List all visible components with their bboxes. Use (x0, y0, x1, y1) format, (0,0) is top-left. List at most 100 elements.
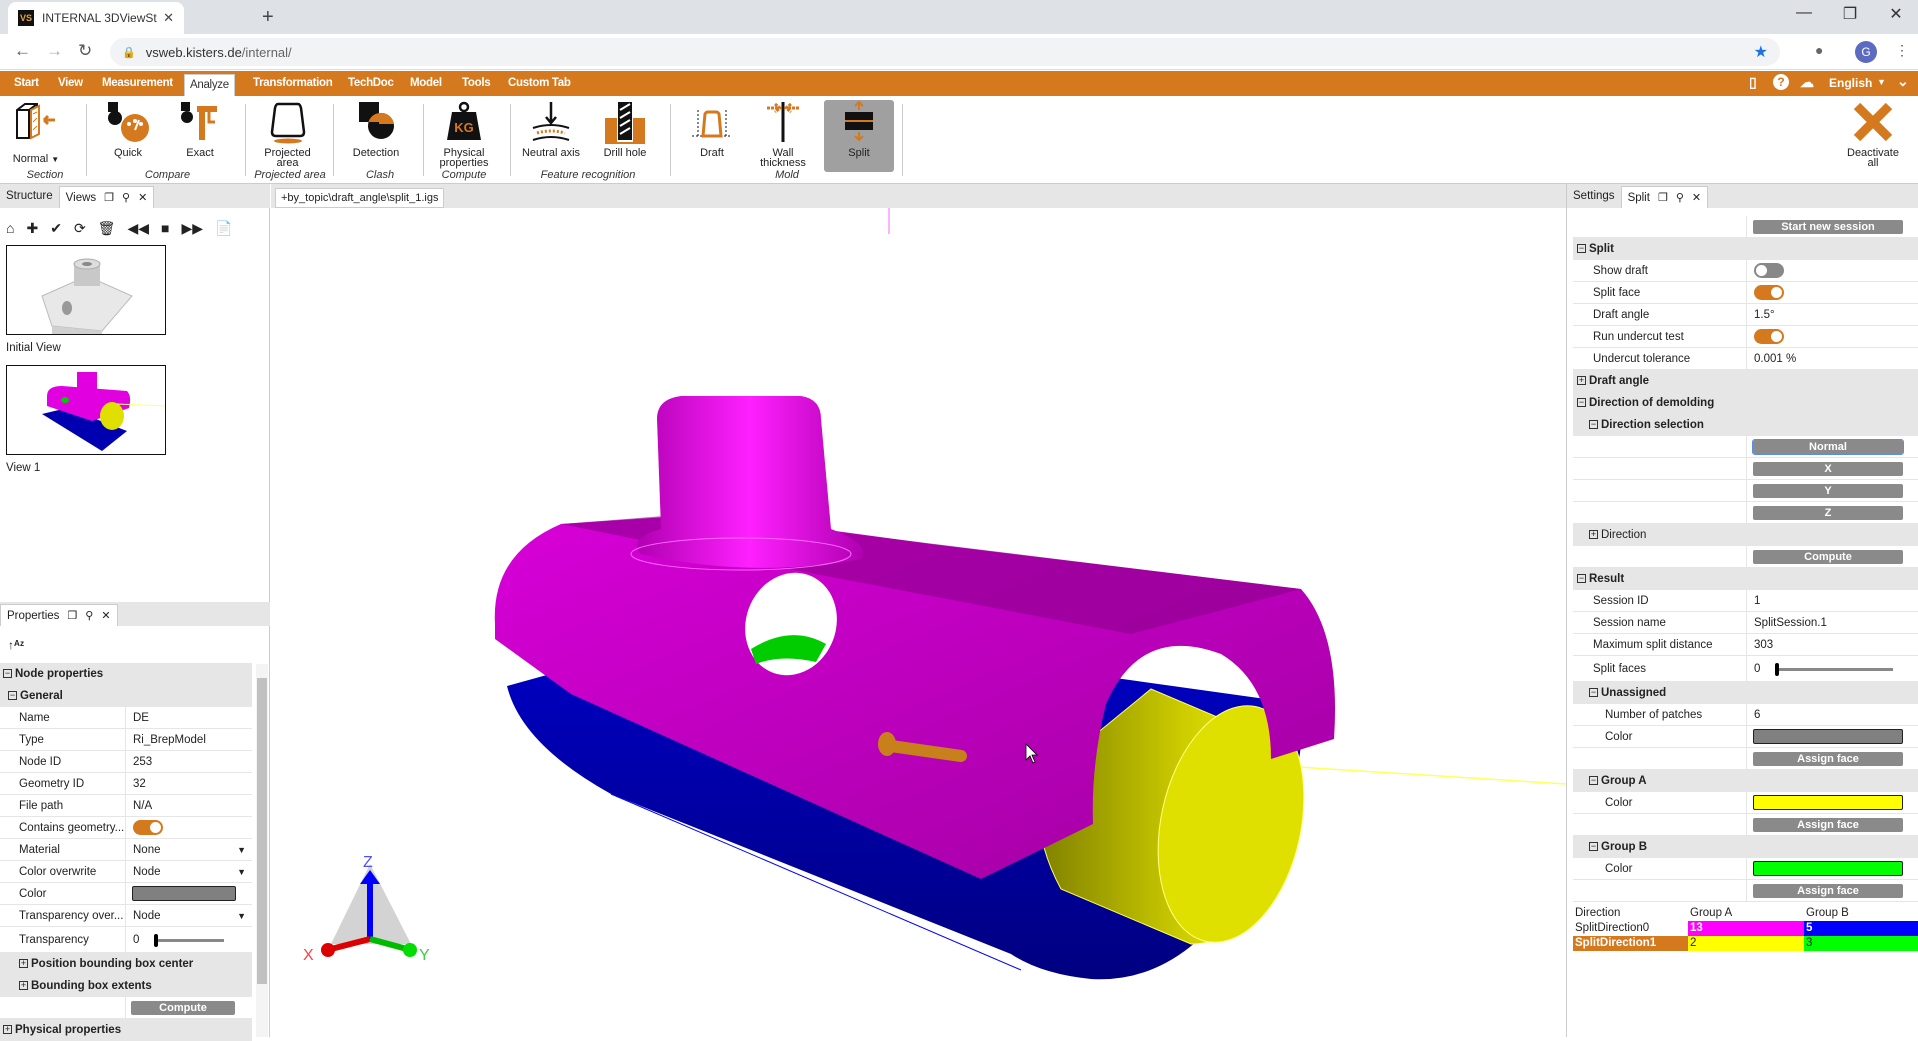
profile-avatar[interactable]: G (1855, 41, 1877, 63)
pin-icon[interactable]: ⚲ (122, 188, 130, 208)
menu-tools[interactable]: Tools (457, 71, 495, 96)
section-button[interactable]: Normal ▼ (6, 100, 66, 172)
draft-angle-input[interactable]: 1.5° (1747, 304, 1918, 326)
cloud-sync-icon[interactable]: ☁ (1800, 74, 1814, 91)
browser-tab[interactable]: VS INTERNAL 3DViewStation WebVi ✕ (8, 2, 184, 34)
section-draft-angle[interactable]: + Draft angle (1573, 370, 1918, 392)
split-button[interactable]: Split (824, 100, 894, 172)
section-group-b[interactable]: − Group B (1573, 836, 1918, 858)
fast-forward-icon[interactable]: ▶▶ (181, 220, 203, 237)
axis-triad[interactable]: Z X Y (303, 854, 430, 964)
help-icon[interactable]: ? (1773, 74, 1789, 90)
bookmark-star-icon[interactable]: ★ (1754, 42, 1768, 62)
projected-area-button[interactable]: Projected area (255, 100, 320, 172)
close-tab-icon[interactable]: ✕ (163, 10, 174, 26)
section-result[interactable]: − Result (1573, 568, 1918, 590)
table-row-selected[interactable]: SplitDirection1 2 3 (1573, 936, 1918, 951)
menu-techdoc[interactable]: TechDoc (343, 71, 399, 96)
delete-icon[interactable]: 🗑 (98, 220, 116, 237)
section-direction-selection[interactable]: − Direction selection (1573, 414, 1918, 436)
add-view-icon[interactable]: ✚ (26, 220, 38, 237)
assign-face-group-b-button[interactable]: Assign face (1753, 883, 1903, 898)
undock-icon[interactable]: ❐ (67, 606, 77, 626)
undercut-tolerance-input[interactable]: 0.001 % (1747, 348, 1918, 370)
compute-button[interactable]: Compute (131, 1000, 235, 1015)
menu-model[interactable]: Model (405, 71, 447, 96)
split-faces-slider[interactable] (1775, 662, 1893, 676)
menu-analyze[interactable]: Analyze (184, 74, 235, 96)
home-icon[interactable]: ⌂ (6, 220, 14, 237)
split-face-toggle[interactable] (1754, 284, 1784, 300)
transparency-slider[interactable] (154, 933, 224, 947)
minimize-icon[interactable]: — (1784, 4, 1824, 22)
menu-start[interactable]: Start (9, 71, 44, 96)
pin-icon[interactable]: ⚲ (1676, 188, 1684, 208)
section-direction[interactable]: + Direction (1573, 524, 1918, 546)
menu-view[interactable]: View (53, 71, 88, 96)
transparency-overwrite-select[interactable]: Node ▼ (126, 905, 252, 927)
pdf-export-icon[interactable]: 📄 (215, 220, 232, 237)
tab-split[interactable]: Split ❐ ⚲ ✕ (1620, 186, 1709, 208)
table-row[interactable]: SplitDirection0 13 5 (1573, 921, 1918, 936)
compare-exact-button[interactable]: Exact (172, 100, 228, 172)
session-name-value[interactable]: SplitSession.1 (1747, 612, 1918, 634)
section-unassigned[interactable]: − Unassigned (1573, 682, 1918, 704)
show-draft-toggle[interactable] (1754, 262, 1784, 278)
section-physical-properties[interactable]: + Physical properties (0, 1019, 252, 1041)
clash-detection-button[interactable]: Detection (345, 100, 407, 172)
neutral-axis-button[interactable]: Neutral axis (518, 100, 584, 172)
slider-handle[interactable] (1775, 662, 1779, 676)
direction-z-button[interactable]: Z (1753, 505, 1903, 520)
section-node-properties[interactable]: − Node properties (0, 663, 252, 685)
assign-face-group-a-button[interactable]: Assign face (1753, 817, 1903, 832)
menu-measurement[interactable]: Measurement (97, 71, 178, 96)
refresh-icon[interactable]: ⟳ (74, 220, 86, 237)
properties-scrollbar[interactable] (256, 664, 268, 1037)
draft-button[interactable]: Draft (682, 100, 742, 172)
tab-properties[interactable]: Properties ❐ ⚲ ✕ (0, 604, 118, 626)
language-dropdown-icon[interactable]: ▼ (1877, 77, 1886, 87)
compare-quick-button[interactable]: Quick (100, 100, 156, 172)
browser-menu-icon[interactable]: ⋮ (1895, 42, 1909, 59)
view-thumbnail-initial[interactable] (6, 245, 166, 335)
node-color-swatch[interactable] (132, 885, 236, 901)
stop-icon[interactable]: ■ (161, 220, 169, 237)
close-panel-icon[interactable]: ✕ (138, 188, 147, 208)
reload-icon[interactable]: ↻ (78, 41, 92, 61)
close-panel-icon[interactable]: ✕ (1692, 188, 1701, 208)
start-new-session-button[interactable]: Start new session (1753, 219, 1903, 234)
menu-custom-tab[interactable]: Custom Tab (503, 71, 576, 96)
drill-hole-button[interactable]: Drill hole (594, 100, 656, 172)
deactivate-all-button[interactable]: Deactivate all (1838, 100, 1908, 172)
color-overwrite-select[interactable]: Node ▼ (126, 861, 252, 883)
undercut-test-toggle[interactable] (1754, 328, 1784, 344)
wall-thickness-button[interactable]: Wall thickness (752, 100, 814, 172)
section-dropdown-icon[interactable]: ▼ (51, 155, 59, 164)
close-window-icon[interactable]: ✕ (1876, 4, 1916, 24)
physical-properties-button[interactable]: KG Physical properties (432, 100, 496, 172)
back-icon[interactable]: ← (14, 41, 31, 61)
menu-transformation[interactable]: Transformation (248, 71, 338, 96)
extension-icon[interactable]: ● (1815, 42, 1823, 58)
tab-views[interactable]: Views ❐ ⚲ ✕ (58, 186, 155, 208)
url-field[interactable]: 🔒 vsweb.kisters.de/internal/ ★ (110, 38, 1780, 66)
undock-icon[interactable]: ❐ (104, 188, 114, 208)
group-b-color-swatch[interactable] (1753, 860, 1903, 876)
mobile-icon[interactable]: ▯ (1749, 74, 1757, 91)
section-split[interactable]: − Split (1573, 238, 1918, 260)
check-all-icon[interactable]: ✔ (50, 220, 62, 237)
language-select[interactable]: English (1829, 76, 1872, 90)
tab-settings[interactable]: Settings (1567, 186, 1621, 208)
rewind-icon[interactable]: ◀◀ (127, 220, 149, 237)
undock-icon[interactable]: ❐ (1658, 188, 1668, 208)
view-thumbnail-view1[interactable] (6, 365, 166, 455)
unassigned-color-swatch[interactable] (1753, 728, 1903, 744)
3d-viewport[interactable]: +by_topic\draft_angle\split_1.igs Z X Y (271, 184, 1566, 1037)
direction-normal-button[interactable]: Normal (1752, 438, 1904, 455)
section-bbox-extents[interactable]: + Bounding box extents (0, 975, 252, 997)
direction-x-button[interactable]: X (1753, 461, 1903, 476)
sort-az-icon[interactable]: ↑ᴬᶻ (8, 638, 24, 652)
tab-structure[interactable]: Structure (0, 186, 59, 208)
section-general[interactable]: − General (0, 685, 252, 707)
restore-icon[interactable]: ❐ (1830, 4, 1870, 24)
